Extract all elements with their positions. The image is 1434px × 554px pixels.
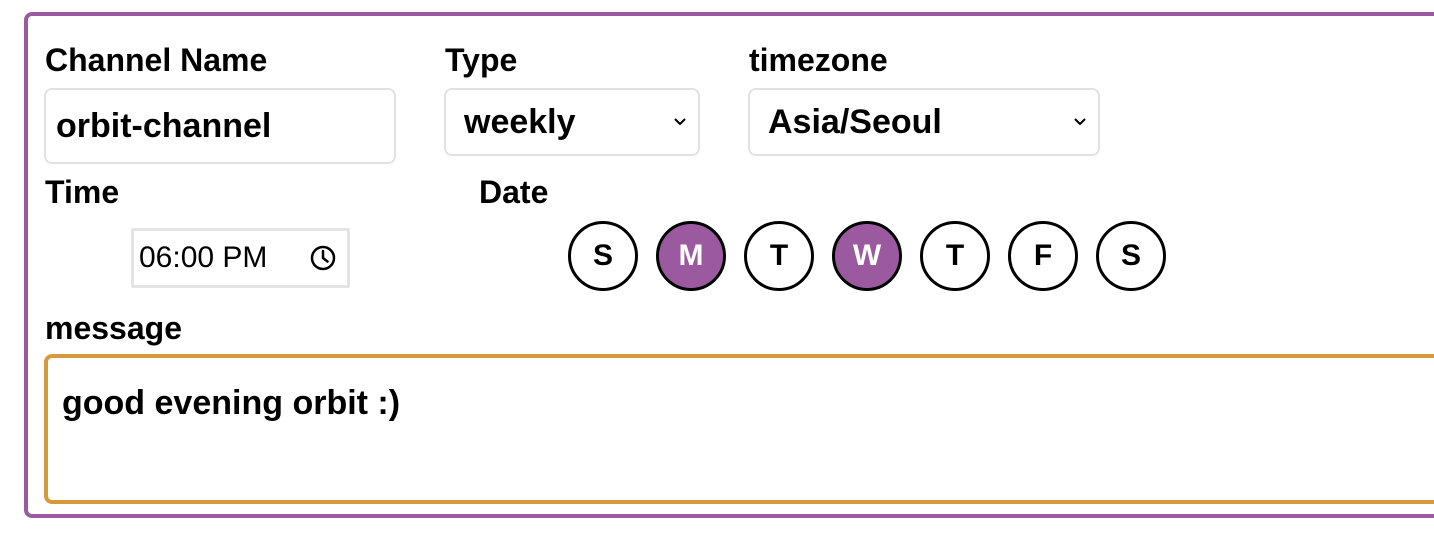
timezone-select-value: Asia/Seoul [768, 102, 942, 141]
time-value: 06:00 PM [139, 241, 268, 274]
day-button-tuesday[interactable]: T [744, 221, 814, 291]
type-select-value: weekly [464, 102, 576, 141]
chevron-down-icon [674, 118, 686, 126]
day-button-sunday[interactable]: S [568, 221, 638, 291]
time-input[interactable]: 06:00 PM [131, 228, 350, 288]
time-label: Time [45, 174, 120, 210]
message-textarea[interactable]: good evening orbit :) [44, 354, 1434, 504]
message-label: message [45, 310, 182, 346]
timezone-select[interactable]: Asia/Seoul [748, 88, 1100, 156]
day-button-thursday[interactable]: T [920, 221, 990, 291]
type-label: Type [445, 42, 518, 78]
channel-name-label: Channel Name [45, 42, 268, 78]
timezone-label: timezone [749, 42, 888, 78]
chevron-down-icon [1074, 118, 1086, 126]
clock-icon[interactable] [309, 244, 337, 272]
message-value: good evening orbit :) [62, 384, 401, 422]
day-button-monday[interactable]: M [656, 221, 726, 291]
day-button-wednesday[interactable]: W [832, 221, 902, 291]
date-label: Date [479, 174, 549, 210]
day-button-saturday[interactable]: S [1096, 221, 1166, 291]
channel-name-value: orbit-channel [56, 106, 272, 145]
day-button-friday[interactable]: F [1008, 221, 1078, 291]
type-select[interactable]: weekly [444, 88, 700, 156]
channel-name-input[interactable]: orbit-channel [44, 88, 396, 164]
